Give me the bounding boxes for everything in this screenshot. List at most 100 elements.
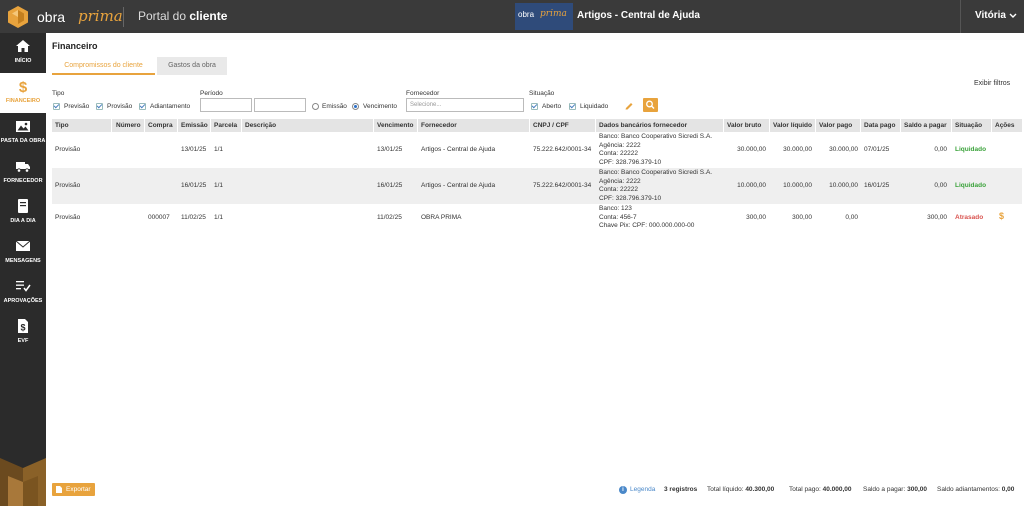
home-icon	[16, 40, 30, 52]
svg-text:$: $	[19, 79, 28, 94]
sidebar-item-evf[interactable]: $ EVF	[0, 313, 46, 353]
envelope-icon	[15, 240, 31, 251]
table-row[interactable]: Provisão 000007 11/02/25 1/1 11/02/25 OB…	[52, 204, 1022, 234]
col-descricao[interactable]: Descrição	[245, 122, 276, 129]
col-vencimento[interactable]: Vencimento	[377, 122, 413, 129]
periodo-end-input[interactable]	[254, 98, 306, 112]
col-data-pago[interactable]: Data pago	[864, 122, 895, 129]
legenda-link[interactable]: Legenda	[630, 486, 655, 493]
checklist-icon	[16, 281, 31, 292]
cell-valor-pago: 0,00	[845, 214, 858, 221]
bank-line: Chave Pix: CPF: 000.000.000-00	[599, 222, 695, 229]
pay-dollar-icon[interactable]: $	[999, 212, 1004, 221]
col-saldo-a-pagar[interactable]: Saldo a pagar	[904, 122, 947, 129]
sidebar-item-label: FORNECEDOR	[3, 178, 43, 184]
cell-data-pago: 07/01/25	[864, 146, 890, 153]
cell-fornecedor: OBRA PRIMA	[421, 214, 462, 221]
radio-vencimento[interactable]	[352, 103, 359, 110]
cell-parcela: 1/1	[214, 146, 224, 153]
exibir-filtros-link[interactable]: Exibir filtros	[974, 80, 1010, 87]
radio-emissao[interactable]	[312, 103, 319, 110]
sidebar-item-mensagens[interactable]: MENSAGENS	[0, 233, 46, 273]
checkbox-adiantamento-label: Adiantamento	[150, 103, 191, 110]
col-compra[interactable]: Compra	[148, 122, 173, 129]
bank-line: CPF: 328.796.379-10	[599, 194, 662, 202]
cell-vencimento: 11/02/25	[377, 214, 402, 221]
checkbox-aberto-label: Aberto	[542, 103, 562, 110]
checkbox-liquidado[interactable]	[569, 103, 576, 110]
cell-vencimento: 16/01/25	[377, 182, 403, 189]
company-title: Artigos - Central de Ajuda	[577, 10, 700, 21]
cell-saldo: 0,00	[934, 146, 947, 153]
saldo-a-pagar-value: 300,00	[907, 486, 927, 493]
col-cnpj[interactable]: CNPJ / CPF	[533, 122, 569, 129]
portal-title: Portal do cliente	[138, 9, 227, 23]
col-acoes: Ações	[995, 122, 1015, 129]
page-title: Financeiro	[52, 41, 98, 51]
export-button[interactable]: Exportar	[52, 483, 95, 496]
eraser-icon[interactable]	[624, 100, 634, 110]
obra-prima-logo[interactable]: obra prima	[8, 6, 123, 28]
cell-valor-pago: 30.000,00	[829, 146, 858, 153]
situacao-label: Situação	[529, 90, 555, 97]
bank-line: Conta: 22222	[599, 186, 639, 193]
saldo-a-pagar-label: Saldo a pagar:	[863, 486, 906, 493]
total-pago: Total pago: 40.000,00	[789, 486, 852, 493]
search-button[interactable]	[643, 98, 658, 112]
total-pago-label: Total pago:	[789, 486, 821, 493]
radio-vencimento-label: Vencimento	[363, 103, 397, 110]
total-liquido: Total líquido: 40.300,00	[707, 486, 774, 493]
cell-vencimento: 13/01/25	[377, 146, 403, 153]
sidebar-item-financeiro[interactable]: $ FINANCEIRO	[0, 73, 46, 113]
table-header: Tipo Número Compra Emissão Parcela Descr…	[52, 119, 1022, 132]
header-divider	[123, 7, 124, 27]
total-pago-value: 40.000,00	[822, 486, 852, 493]
tab-gastos-da-obra[interactable]: Gastos da obra	[157, 57, 227, 75]
sidebar: INÍCIO $ FINANCEIRO PASTA DA OBRA FORNEC…	[0, 33, 46, 506]
radio-emissao-label: Emissão	[322, 103, 347, 110]
truck-icon	[16, 162, 30, 173]
checkbox-aberto[interactable]	[531, 103, 538, 110]
cell-valor-liquido: 30.000,00	[783, 146, 812, 153]
checkbox-provisao[interactable]	[96, 103, 103, 110]
chevron-down-icon[interactable]	[1008, 11, 1018, 21]
cell-emissao: 16/01/25	[181, 182, 207, 189]
sidebar-item-label: APROVAÇÕES	[3, 298, 43, 304]
col-fornecedor[interactable]: Fornecedor	[421, 122, 457, 129]
bank-line: Banco: Banco Cooperativo Sicredi S.A.	[599, 133, 713, 140]
sidebar-item-aprovacoes[interactable]: APROVAÇÕES	[0, 273, 46, 313]
bank-line: CPF: 328.796.379-10	[599, 158, 662, 166]
notebook-icon	[18, 199, 28, 213]
col-emissao[interactable]: Emissão	[181, 122, 208, 129]
sidebar-item-fornecedor[interactable]: FORNECEDOR	[0, 153, 46, 193]
col-tipo[interactable]: Tipo	[55, 122, 69, 129]
col-situacao[interactable]: Situação	[955, 122, 982, 129]
main-content: Financeiro Compromissos do cliente Gasto…	[46, 33, 1024, 506]
periodo-start-input[interactable]	[200, 98, 252, 112]
info-icon[interactable]: i	[619, 486, 627, 494]
table-row[interactable]: Provisão 16/01/25 1/1 16/01/25 Artigos -…	[52, 168, 1022, 204]
cell-compra: 000007	[148, 214, 170, 221]
sidebar-item-pasta-da-obra[interactable]: PASTA DA OBRA	[0, 113, 46, 153]
logo-obra-text: obra	[37, 9, 66, 25]
checkbox-previsao[interactable]	[53, 103, 60, 110]
cell-fornecedor: Artigos - Central de Ajuda	[421, 182, 496, 189]
fornecedor-select[interactable]: Selecione...	[406, 98, 524, 112]
col-valor-pago[interactable]: Valor pago	[819, 122, 852, 129]
user-menu[interactable]: Vitória	[975, 10, 1006, 21]
tab-compromissos-do-cliente[interactable]: Compromissos do cliente	[52, 57, 155, 75]
checkbox-adiantamento[interactable]	[139, 103, 146, 110]
bank-line: Conta: 456-7	[599, 213, 637, 221]
col-numero[interactable]: Número	[116, 122, 141, 129]
col-valor-bruto[interactable]: Valor bruto	[727, 122, 761, 129]
table-row[interactable]: Provisão 13/01/25 1/1 13/01/25 Artigos -…	[52, 132, 1022, 168]
col-valor-liquido[interactable]: Valor líquido	[773, 122, 812, 129]
col-dados-bancarios[interactable]: Dados bancários fornecedor	[599, 122, 687, 129]
brand-prima-text: prima	[540, 9, 567, 19]
cell-cnpj: 75.222.642/0001-34	[533, 146, 592, 153]
record-count: 3 registros	[664, 486, 698, 493]
col-parcela[interactable]: Parcela	[214, 122, 237, 129]
checkbox-provisao-label: Provisão	[107, 103, 133, 110]
sidebar-item-inicio[interactable]: INÍCIO	[0, 33, 46, 73]
sidebar-item-dia-a-dia[interactable]: DIA A DIA	[0, 193, 46, 233]
